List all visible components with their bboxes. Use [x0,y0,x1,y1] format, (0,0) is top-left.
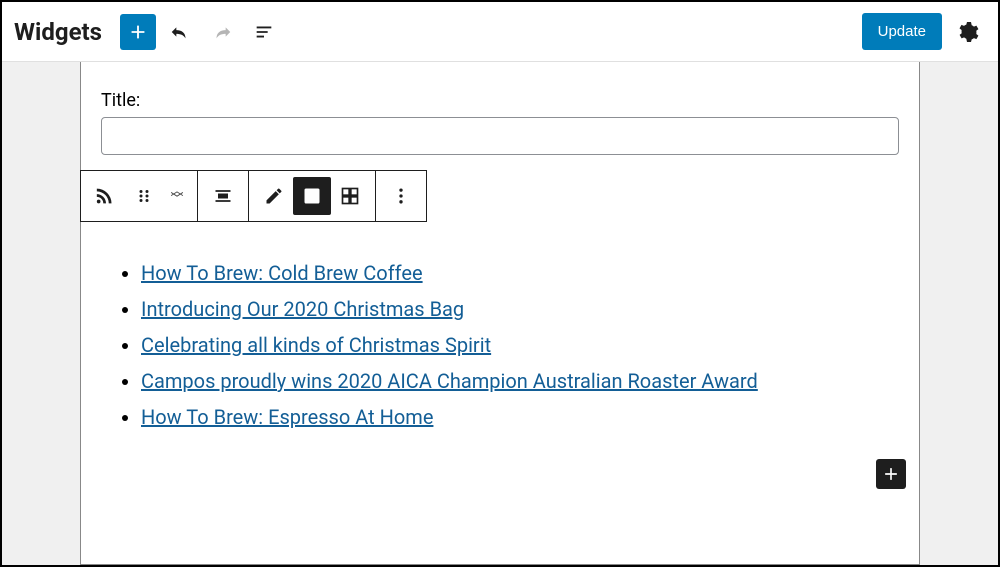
block-mover[interactable]: ︿ ﹀ [163,176,191,216]
align-group [198,171,249,221]
title-input[interactable] [101,117,899,155]
rss-link[interactable]: How To Brew: Espresso At Home [141,405,433,429]
block-toolbar: ︿ ﹀ [80,170,427,222]
chevron-down-icon: ﹀ [170,196,183,204]
rss-link[interactable]: Introducing Our 2020 Christmas Bag [141,297,464,321]
add-block-button[interactable] [120,14,156,50]
gear-icon [956,20,980,44]
redo-icon [211,21,233,43]
list-item: Campos proudly wins 2020 AICA Champion A… [141,363,899,399]
undo-icon [169,21,191,43]
add-block-fab[interactable] [876,459,906,489]
list-item: Introducing Our 2020 Christmas Bag [141,291,899,327]
list-item: Celebrating all kinds of Christmas Spiri… [141,327,899,363]
drag-handle[interactable] [125,177,163,215]
rss-post-list: How To Brew: Cold Brew Coffee Introducin… [121,255,899,435]
more-group [376,171,426,221]
editor-canvas-wrap: Title: How To Brew: Cold Brew Coffee Int… [2,62,998,565]
drag-icon [135,187,153,205]
plus-icon [881,464,901,484]
redo-button[interactable] [204,14,240,50]
list-bullets-icon [302,186,322,206]
editor-topbar: Widgets Update [2,2,998,62]
kebab-icon [391,186,411,206]
align-button[interactable] [204,177,242,215]
block-type-group: ︿ ﹀ [81,171,198,221]
update-button[interactable]: Update [862,13,942,50]
align-icon [213,186,233,206]
settings-button[interactable] [950,14,986,50]
pencil-icon [264,186,284,206]
edit-url-button[interactable] [255,177,293,215]
plus-icon [127,21,149,43]
more-options-button[interactable] [382,177,420,215]
title-label: Title: [101,90,899,111]
list-item: How To Brew: Espresso At Home [141,399,899,435]
block-type-button[interactable] [87,177,125,215]
rss-link[interactable]: Campos proudly wins 2020 AICA Champion A… [141,369,758,393]
rss-icon [95,185,117,207]
list-view-style-button[interactable] [293,177,331,215]
list-view-icon [253,21,275,43]
undo-button[interactable] [162,14,198,50]
grid-icon [340,186,360,206]
widget-area: Title: How To Brew: Cold Brew Coffee Int… [80,62,920,565]
list-item: How To Brew: Cold Brew Coffee [141,255,899,291]
rss-link[interactable]: How To Brew: Cold Brew Coffee [141,261,423,285]
style-group [249,171,376,221]
list-view-button[interactable] [246,14,282,50]
page-title: Widgets [14,18,102,46]
grid-view-style-button[interactable] [331,177,369,215]
rss-link[interactable]: Celebrating all kinds of Christmas Spiri… [141,333,491,357]
